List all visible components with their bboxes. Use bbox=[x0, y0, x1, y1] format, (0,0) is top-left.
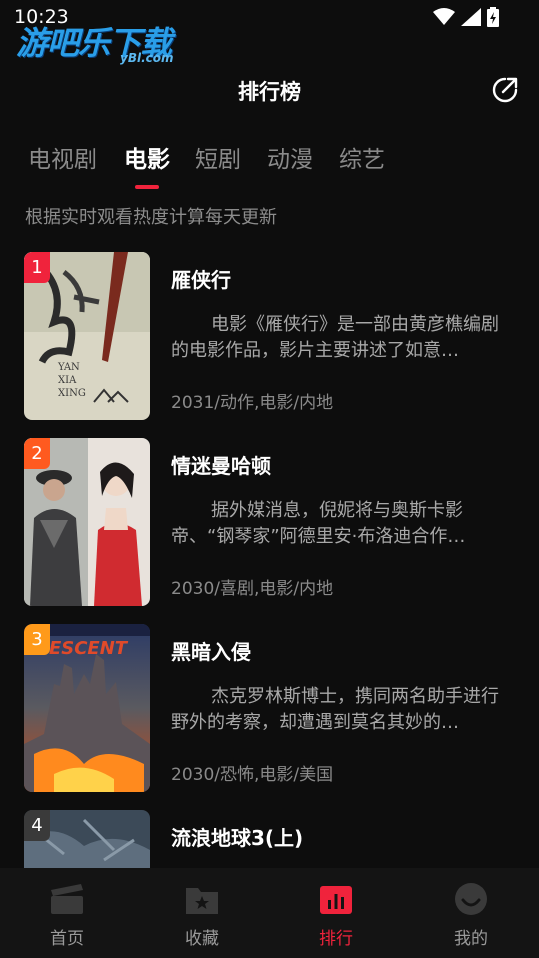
item-title: 黑暗入侵 bbox=[171, 640, 251, 664]
ranking-list: YAN XIA XING 1 雁侠行 电影《雁侠行》是一部由黄彦樵编剧的电影作品… bbox=[0, 252, 539, 868]
share-icon bbox=[492, 77, 518, 103]
smile-face-icon bbox=[455, 883, 487, 915]
item-meta: 2030/恐怖,电影/美国 bbox=[171, 765, 334, 785]
nav-favorites-label: 收藏 bbox=[185, 929, 219, 949]
bottom-nav: 首页 收藏 排行 我的 bbox=[0, 868, 539, 958]
item-title: 情迷曼哈顿 bbox=[171, 454, 271, 478]
item-description: 杰克罗林斯博士，携同两名助手进行野外的考察，却遭遇到莫名其妙的… bbox=[171, 686, 499, 733]
list-item[interactable]: 2 情迷曼哈顿 据外媒消息，倪妮将与奥斯卡影帝、“钢琴家”阿德里安·布洛迪合作…… bbox=[0, 438, 539, 606]
item-description: 据外媒消息，倪妮将与奥斯卡影帝、“钢琴家”阿德里安·布洛迪合作… bbox=[171, 500, 466, 547]
nav-profile-label: 我的 bbox=[454, 929, 488, 949]
movie-poster: YAN XIA XING 1 bbox=[24, 252, 150, 420]
page-title: 排行榜 bbox=[238, 80, 301, 104]
wifi-icon bbox=[433, 8, 455, 25]
nav-profile[interactable]: 我的 bbox=[421, 868, 521, 958]
share-button[interactable] bbox=[491, 76, 519, 104]
movie-poster: 4 bbox=[24, 810, 150, 868]
poster-title-line3: XING bbox=[58, 388, 86, 399]
tab-tv-series[interactable]: 电视剧 bbox=[28, 140, 97, 174]
poster-title-line2: XIA bbox=[58, 375, 77, 386]
poster-title-line1: YAN bbox=[57, 362, 80, 373]
list-item[interactable]: 4 流浪地球3(上) bbox=[0, 810, 539, 868]
tab-movie[interactable]: 电影 bbox=[124, 140, 170, 174]
list-item[interactable]: DESCENT 3 黑暗入侵 杰克罗林斯博士，携同两名助手进行野外的考察，却遭遇… bbox=[0, 624, 539, 792]
active-tab-indicator bbox=[135, 185, 159, 189]
tab-short-drama[interactable]: 短剧 bbox=[195, 140, 241, 174]
folder-star-icon bbox=[186, 888, 218, 914]
rank-badge: 1 bbox=[24, 252, 50, 283]
bar-chart-icon bbox=[320, 886, 352, 914]
status-icons bbox=[433, 7, 499, 27]
nav-home[interactable]: 首页 bbox=[17, 868, 117, 958]
tab-variety[interactable]: 综艺 bbox=[339, 140, 385, 174]
nav-ranking-label: 排行 bbox=[319, 929, 353, 949]
item-title: 雁侠行 bbox=[171, 268, 231, 292]
movie-poster: 2 bbox=[24, 438, 150, 606]
item-description: 电影《雁侠行》是一部由黄彦樵编剧的电影作品，影片主要讲述了如意… bbox=[171, 314, 499, 361]
nav-favorites[interactable]: 收藏 bbox=[152, 868, 252, 958]
battery-icon bbox=[487, 7, 499, 27]
movie-poster: DESCENT 3 bbox=[24, 624, 150, 792]
rank-badge: 4 bbox=[24, 810, 50, 841]
item-title: 流浪地球3(上) bbox=[171, 826, 304, 850]
nav-ranking[interactable]: 排行 bbox=[286, 868, 386, 958]
rank-badge: 3 bbox=[24, 624, 50, 655]
item-meta: 2031/动作,电影/内地 bbox=[171, 393, 334, 413]
list-item[interactable]: YAN XIA XING 1 雁侠行 电影《雁侠行》是一部由黄彦樵编剧的电影作品… bbox=[0, 252, 539, 420]
rank-badge: 2 bbox=[24, 438, 50, 469]
nav-home-label: 首页 bbox=[50, 929, 84, 949]
category-tabs: 电视剧 电影 短剧 动漫 综艺 bbox=[0, 140, 539, 192]
header: 排行榜 bbox=[0, 68, 539, 114]
clapperboard-icon bbox=[51, 884, 83, 914]
tab-anime[interactable]: 动漫 bbox=[267, 140, 313, 174]
watermark-domain: yBl.com bbox=[120, 51, 174, 65]
ranking-subtitle: 根据实时观看热度计算每天更新 bbox=[25, 207, 277, 228]
watermark-logo: 游吧乐下载 yBl.com bbox=[16, 18, 188, 68]
signal-icon bbox=[461, 8, 481, 26]
item-meta: 2030/喜剧,电影/内地 bbox=[171, 579, 334, 599]
